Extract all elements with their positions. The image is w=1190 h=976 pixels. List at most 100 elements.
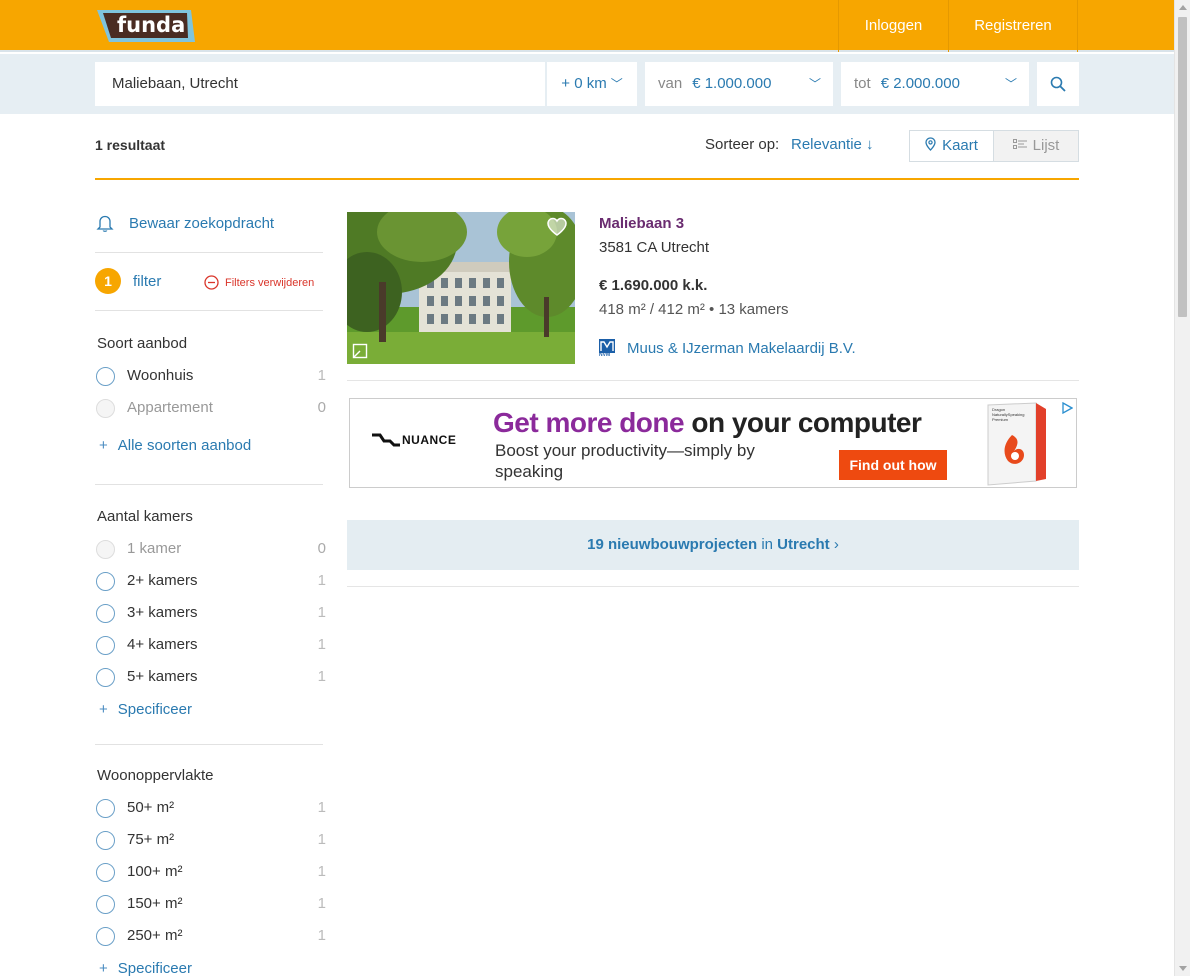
save-search-label: Bewaar zoekopdracht <box>129 214 275 232</box>
specify-area-label: Specificeer <box>117 960 192 976</box>
filter-option-250m2[interactable]: 250+ m² 1 <box>96 925 326 947</box>
view-toggle: Kaart Lijst <box>909 130 1079 162</box>
radius-value: + 0 km <box>561 75 607 92</box>
minus-circle-icon <box>204 275 219 290</box>
price-min-prefix: van <box>658 75 683 92</box>
option-count: 1 <box>317 927 326 944</box>
dragon-product-box: Dragon NaturallySpeaking Premium <box>978 401 1050 487</box>
page-scrollbar[interactable] <box>1174 0 1190 976</box>
search-button[interactable] <box>1037 62 1079 106</box>
scroll-up-arrow-icon[interactable] <box>1179 4 1187 10</box>
listing-title[interactable]: Maliebaan 3 <box>599 215 684 232</box>
filter-option-4-kamers[interactable]: 4+ kamers 1 <box>96 634 326 656</box>
nvm-logo: NVM <box>599 339 615 359</box>
filter-option-150m2[interactable]: 150+ m² 1 <box>96 893 326 915</box>
sidebar-divider <box>95 252 323 253</box>
listing-specs: 418 m² / 412 m² • 13 kamers <box>599 301 789 318</box>
radio-button[interactable] <box>96 831 115 850</box>
nvm-logo-text: NVM <box>599 352 611 358</box>
search-icon <box>1050 76 1066 92</box>
scroll-down-arrow-icon[interactable] <box>1179 966 1187 972</box>
agent-link[interactable]: Muus & IJzerman Makelaardij B.V. <box>627 340 856 357</box>
filter-option-5-kamers[interactable]: 5+ kamers 1 <box>96 666 326 688</box>
option-label: 75+ m² <box>127 831 175 848</box>
specify-area-link[interactable]: + Specificeer <box>99 960 192 976</box>
location-input[interactable]: Maliebaan, Utrecht <box>95 62 545 106</box>
photo-album-icon <box>352 343 368 364</box>
scrollbar-thumb[interactable] <box>1178 17 1187 317</box>
filter-option-75m2[interactable]: 75+ m² 1 <box>96 829 326 851</box>
filter-option-appartement[interactable]: Appartement 0 <box>96 397 326 419</box>
save-search-link[interactable]: Bewaar zoekopdracht <box>95 213 274 233</box>
radio-button[interactable] <box>96 927 115 946</box>
top-header: funda Inloggen Registreren <box>0 0 1174 52</box>
option-label: 2+ kamers <box>127 572 198 589</box>
results-count: 1 resultaat <box>95 137 166 153</box>
filter-option-3-kamers[interactable]: 3+ kamers 1 <box>96 602 326 624</box>
ad-product-text: Dragon NaturallySpeaking Premium <box>992 407 1025 422</box>
sort-select[interactable]: Relevantie ↓ <box>791 136 874 153</box>
favorite-heart-icon[interactable] <box>546 217 568 242</box>
option-label: Woonhuis <box>127 367 194 384</box>
map-pin-icon <box>925 137 936 151</box>
list-view-button[interactable]: Lijst <box>994 131 1078 161</box>
radio-button[interactable] <box>96 863 115 882</box>
listing-photo[interactable] <box>347 212 575 364</box>
filter-option-woonhuis[interactable]: Woonhuis 1 <box>96 365 326 387</box>
radio-button[interactable] <box>96 540 115 559</box>
price-max-prefix: tot <box>854 75 871 92</box>
filter-group-title: Aantal kamers <box>97 508 193 525</box>
filter-option-100m2[interactable]: 100+ m² 1 <box>96 861 326 883</box>
remove-filters-link[interactable]: Filters verwijderen <box>204 275 314 290</box>
funda-logo[interactable]: funda <box>95 8 195 44</box>
option-count: 1 <box>317 863 326 880</box>
sidebar-divider <box>95 744 323 745</box>
filter-option-2-kamers[interactable]: 2+ kamers 1 <box>96 570 326 592</box>
login-button[interactable]: Inloggen <box>838 0 948 52</box>
plus-icon: + <box>99 701 108 718</box>
option-count: 1 <box>317 572 326 589</box>
ad-headline-highlight: Get more done <box>493 407 685 438</box>
option-label: 100+ m² <box>127 863 183 880</box>
radio-button[interactable] <box>96 367 115 386</box>
option-count: 1 <box>317 799 326 816</box>
radio-button[interactable] <box>96 668 115 687</box>
filter-option-1-kamer[interactable]: 1 kamer 0 <box>96 538 326 560</box>
option-count: 1 <box>317 636 326 653</box>
price-min-select[interactable]: van € 1.000.000 ﹀ <box>645 62 833 106</box>
option-label: 150+ m² <box>127 895 183 912</box>
option-label: Appartement <box>127 399 213 416</box>
sidebar-divider <box>95 484 323 485</box>
radio-button[interactable] <box>96 572 115 591</box>
chevron-down-icon: ﹀ <box>610 77 623 91</box>
register-button[interactable]: Registreren <box>948 0 1078 52</box>
all-types-link[interactable]: + Alle soorten aanbod <box>99 437 251 454</box>
remove-filters-label: Filters verwijderen <box>225 276 315 289</box>
ad-cta-button[interactable]: Find out how <box>839 450 947 480</box>
specify-rooms-link[interactable]: + Specificeer <box>99 701 192 718</box>
map-view-button[interactable]: Kaart <box>910 131 994 161</box>
radio-button[interactable] <box>96 604 115 623</box>
newbuild-city: Utrecht <box>777 536 830 553</box>
radius-select[interactable]: + 0 km ﹀ <box>546 62 637 106</box>
price-min-value: € 1.000.000 <box>692 75 772 92</box>
radio-button[interactable] <box>96 399 115 418</box>
filter-option-50m2[interactable]: 50+ m² 1 <box>96 797 326 819</box>
price-max-select[interactable]: tot € 2.000.000 ﹀ <box>841 62 1029 106</box>
advertisement-banner[interactable]: NUANCE Get more done on your computer Bo… <box>349 398 1077 488</box>
chevron-right-icon: › <box>833 536 839 553</box>
newbuild-projects-link[interactable]: 19 nieuwbouwprojecten in Utrecht › <box>347 520 1079 570</box>
radio-button[interactable] <box>96 636 115 655</box>
list-view-label: Lijst <box>1032 137 1060 154</box>
option-count: 0 <box>317 540 326 557</box>
adchoices-icon[interactable] <box>1061 401 1074 419</box>
all-types-label: Alle soorten aanbod <box>117 437 252 454</box>
chevron-down-icon: ﹀ <box>808 77 821 91</box>
filter-group-title: Soort aanbod <box>97 335 188 352</box>
chevron-down-icon: ﹀ <box>1004 77 1017 91</box>
plus-icon: + <box>99 960 108 976</box>
radio-button[interactable] <box>96 895 115 914</box>
radio-button[interactable] <box>96 799 115 818</box>
nuance-logo: NUANCE <box>372 433 456 447</box>
listing-divider <box>347 380 1079 381</box>
